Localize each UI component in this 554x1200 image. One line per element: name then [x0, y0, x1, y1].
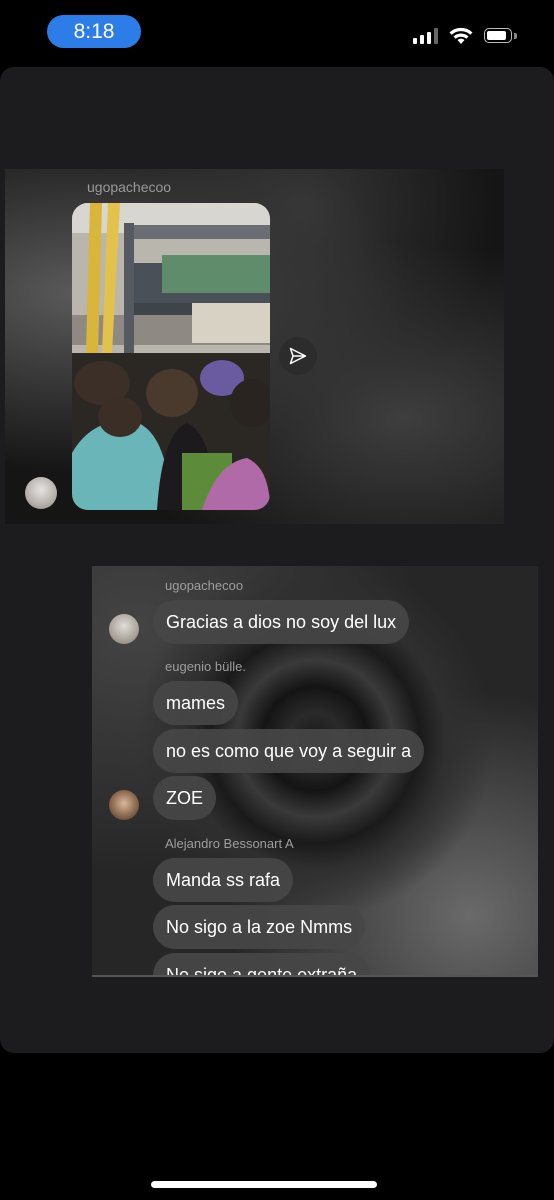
- home-indicator[interactable]: [151, 1181, 377, 1188]
- wifi-icon: [449, 27, 473, 44]
- story-thumbnail[interactable]: [72, 203, 270, 510]
- shared-post-screenshot: ugopachecoo: [5, 169, 504, 524]
- status-time[interactable]: 8:18: [47, 15, 141, 48]
- avatar[interactable]: [109, 790, 139, 820]
- sender-avatar[interactable]: [25, 477, 57, 509]
- message-bubble[interactable]: no es como que voy a seguir a: [153, 729, 425, 773]
- message-sender-name: eugenio bülle.: [165, 659, 246, 674]
- paper-plane-icon: [289, 347, 307, 365]
- divider: [92, 975, 538, 977]
- message-bubble[interactable]: mames: [153, 681, 239, 725]
- status-icons: [413, 25, 518, 47]
- message-bubble[interactable]: ZOE: [153, 776, 217, 820]
- message-bubble[interactable]: No sigo a la zoe Nmms: [153, 905, 366, 949]
- message-bubble[interactable]: Manda ss rafa: [153, 858, 294, 902]
- story-photo: [72, 203, 270, 510]
- message-bubble[interactable]: Gracias a dios no soy del lux: [153, 600, 410, 644]
- message-bubble[interactable]: No sigo a gente extraña: [153, 953, 371, 977]
- share-send-button[interactable]: [279, 337, 317, 375]
- battery-icon: [484, 27, 518, 45]
- message-sender-name: ugopachecoo: [165, 578, 244, 593]
- media-viewer-card: ugopachecoo ugopachecoo Gracias a dios n…: [0, 67, 554, 1053]
- status-bar: 8:18: [0, 0, 554, 64]
- message-sender-name: Alejandro Bessonart A: [165, 836, 294, 851]
- post-username: ugopachecoo: [87, 179, 172, 195]
- cellular-signal-icon: [413, 28, 438, 44]
- chat-screenshot: ugopachecoo Gracias a dios no soy del lu…: [92, 566, 538, 977]
- avatar[interactable]: [109, 614, 139, 644]
